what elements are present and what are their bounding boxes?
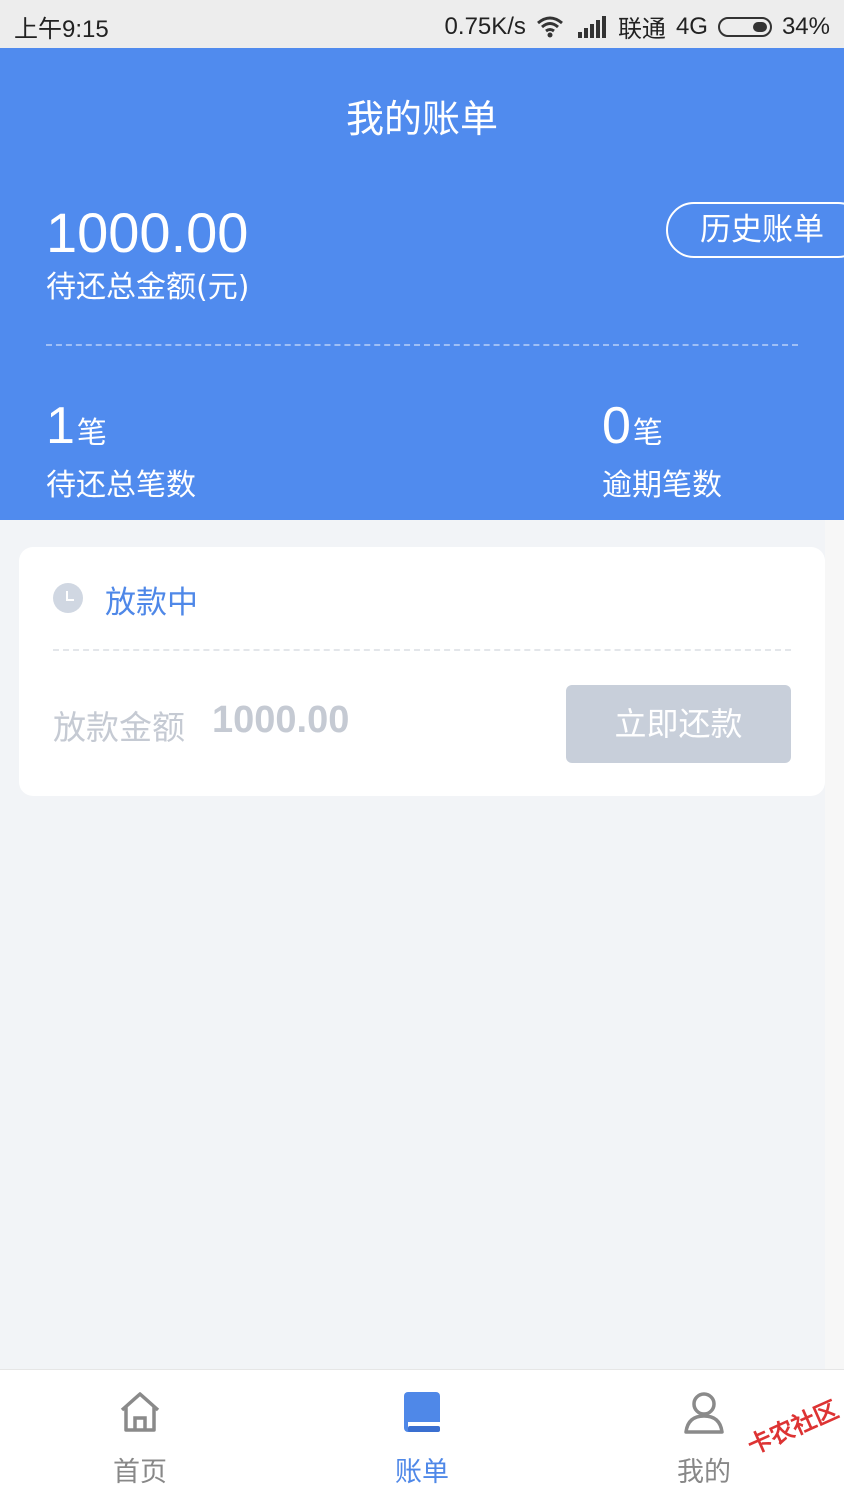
signal-icon	[577, 15, 608, 38]
loan-amount-label: 放款金额	[53, 708, 185, 747]
bill-summary-header: 我的账单 1000.00 待还总金额(元) 历史账单 1笔 待还总笔数 0笔 逾…	[0, 48, 844, 520]
overdue-count: 0	[602, 397, 631, 455]
nav-label-home: 首页	[113, 1457, 167, 1488]
total-amount: 1000.00	[46, 201, 249, 264]
user-icon	[684, 1392, 724, 1434]
pending-count: 1	[46, 397, 75, 455]
nav-label-bills: 账单	[395, 1457, 449, 1488]
bottom-nav: 首页 账单 我的	[0, 1369, 844, 1501]
network-speed: 0.75K/s	[444, 12, 526, 40]
wifi-icon	[536, 16, 563, 37]
overdue-count-block: 0笔 逾期笔数	[602, 396, 722, 504]
nav-item-bills[interactable]: 账单	[322, 1370, 522, 1501]
loan-card[interactable]: 放款中 放款金额 1000.00 立即还款	[19, 547, 825, 796]
page-title: 我的账单	[345, 97, 498, 141]
pending-count-label: 待还总笔数	[46, 468, 196, 503]
clock-icon	[53, 583, 83, 613]
battery-level: 34%	[781, 12, 830, 40]
card-divider	[53, 649, 791, 651]
pending-count-unit: 笔	[76, 416, 107, 451]
loan-amount-value: 1000.00	[212, 699, 350, 741]
status-time: 上午9:15	[14, 16, 109, 43]
total-amount-label: 待还总金额(元)	[46, 270, 250, 305]
battery-icon	[717, 16, 772, 37]
overdue-count-label: 逾期笔数	[602, 468, 722, 503]
carrier-name: 联通	[617, 16, 666, 43]
home-icon	[120, 1392, 160, 1432]
right-edge-strip	[825, 520, 844, 1370]
pending-count-block: 1笔 待还总笔数	[46, 396, 196, 504]
repay-now-button[interactable]: 立即还款	[566, 685, 791, 763]
status-bar: 上午9:15 0.75K/s 联通 4G 34%	[0, 0, 844, 48]
nav-item-home[interactable]: 首页	[40, 1370, 240, 1501]
overdue-count-unit: 笔	[632, 416, 663, 451]
history-bills-button[interactable]: 历史账单	[666, 202, 844, 258]
bill-book-icon	[404, 1392, 440, 1432]
status-right: 0.75K/s 联通 4G 34%	[435, 9, 830, 44]
nav-label-mine: 我的	[677, 1457, 731, 1488]
network-type: 4G	[675, 12, 708, 40]
loan-status: 放款中	[105, 585, 198, 621]
header-divider	[46, 344, 798, 346]
